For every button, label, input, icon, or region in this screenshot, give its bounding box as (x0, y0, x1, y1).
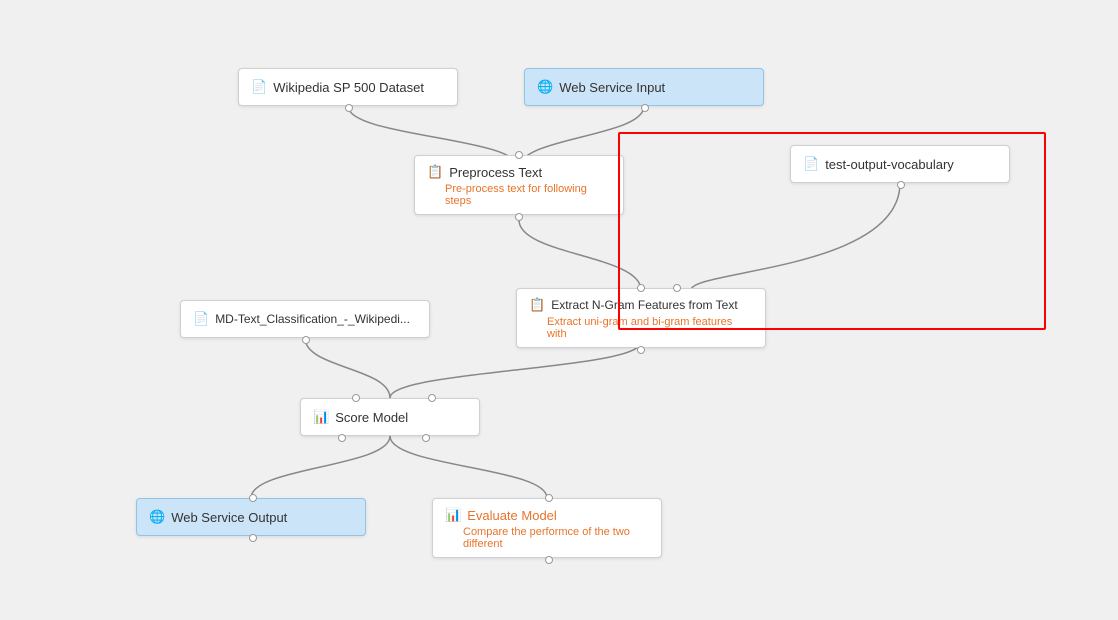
md-text-icon: 📄 (193, 311, 209, 327)
evaluate-model-node[interactable]: 📊 Evaluate Model Compare the performce o… (432, 498, 662, 558)
score-model-label: Score Model (335, 410, 408, 425)
score-model-top-left-dot (352, 394, 360, 402)
wikipedia-node[interactable]: 📄 Wikipedia SP 500 Dataset (238, 68, 458, 106)
preprocess-bottom-dot (515, 213, 523, 221)
canvas: 📄 Wikipedia SP 500 Dataset 🌐 Web Service… (0, 0, 1118, 620)
test-output-label: test-output-vocabulary (825, 157, 954, 172)
evaluate-model-top-dot (545, 494, 553, 502)
score-model-top-right-dot (428, 394, 436, 402)
test-output-bottom-dot (897, 181, 905, 189)
web-service-input-label: Web Service Input (559, 80, 665, 95)
wikipedia-label: Wikipedia SP 500 Dataset (273, 80, 424, 95)
web-service-input-node[interactable]: 🌐 Web Service Input (524, 68, 764, 106)
preprocess-top-dot (515, 151, 523, 159)
extract-ngram-bottom-dot (637, 346, 645, 354)
test-output-vocabulary-node[interactable]: 📄 test-output-vocabulary (790, 145, 1010, 183)
preprocess-icon: 📋 (427, 164, 443, 180)
score-model-bottom-right-dot (422, 434, 430, 442)
md-text-bottom-dot (302, 336, 310, 344)
extract-ngram-subtitle: Extract uni-gram and bi-gram features wi… (529, 316, 753, 340)
web-service-output-icon: 🌐 (149, 509, 165, 525)
evaluate-model-subtitle: Compare the performce of the two differe… (445, 526, 649, 550)
web-service-output-top-dot (249, 494, 257, 502)
test-output-icon: 📄 (803, 156, 819, 172)
evaluate-model-title: 📊 Evaluate Model (445, 507, 557, 523)
preprocess-title: 📋 Preprocess Text (427, 164, 542, 180)
web-service-output-bottom-dot (249, 534, 257, 542)
md-text-node[interactable]: 📄 MD-Text_Classification_-_Wikipedi... (180, 300, 430, 338)
web-service-input-bottom-dot (641, 104, 649, 112)
web-service-output-label: Web Service Output (171, 510, 287, 525)
extract-ngram-node[interactable]: 📋 Extract N-Gram Features from Text Extr… (516, 288, 766, 348)
score-model-icon: 📊 (313, 409, 329, 425)
score-model-bottom-left-dot (338, 434, 346, 442)
evaluate-model-icon: 📊 (445, 507, 461, 523)
web-service-output-node[interactable]: 🌐 Web Service Output (136, 498, 366, 536)
evaluate-model-bottom-dot (545, 556, 553, 564)
web-service-input-icon: 🌐 (537, 79, 553, 95)
md-text-label: MD-Text_Classification_-_Wikipedi... (215, 312, 410, 326)
preprocess-subtitle: Pre-process text for following steps (427, 183, 611, 207)
wikipedia-icon: 📄 (251, 79, 267, 95)
score-model-node[interactable]: 📊 Score Model (300, 398, 480, 436)
extract-ngram-left-dot (673, 284, 681, 292)
extract-ngram-icon: 📋 (529, 297, 545, 313)
extract-ngram-top-dot (637, 284, 645, 292)
wikipedia-bottom-dot (345, 104, 353, 112)
extract-ngram-title: 📋 Extract N-Gram Features from Text (529, 297, 738, 313)
preprocess-text-node[interactable]: 📋 Preprocess Text Pre-process text for f… (414, 155, 624, 215)
